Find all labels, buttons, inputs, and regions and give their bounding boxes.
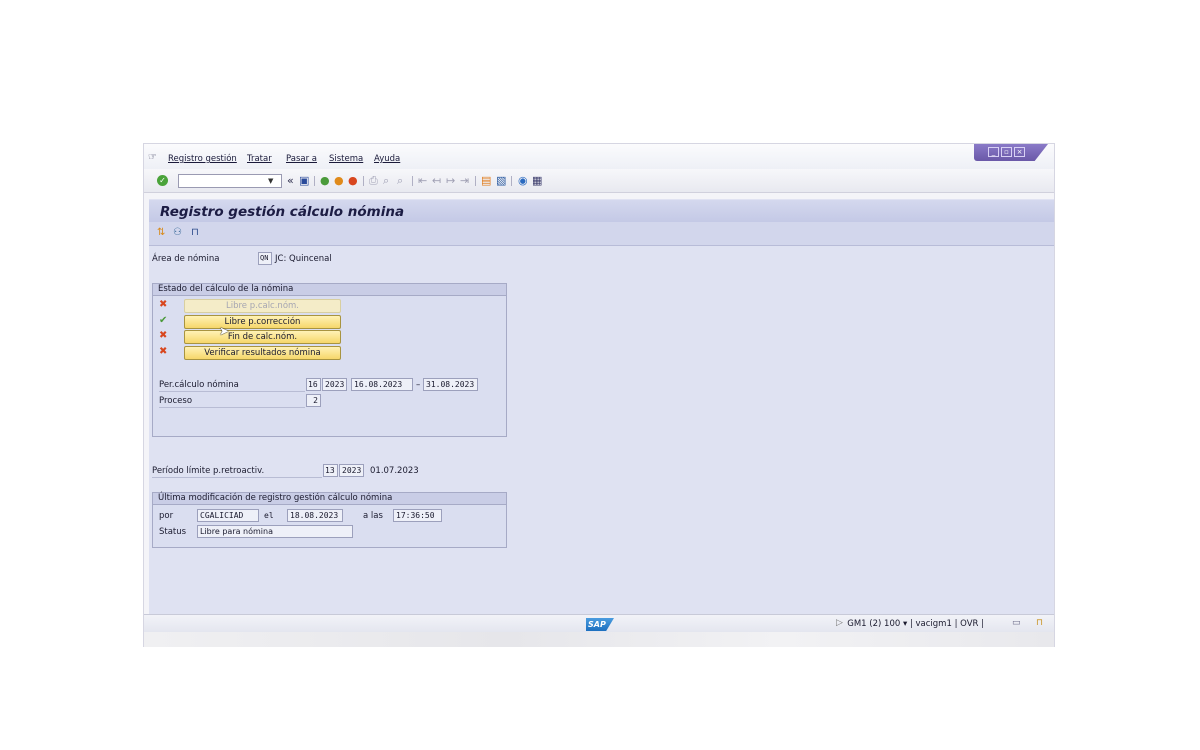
layout-icon[interactable]: ▭: [1012, 618, 1021, 628]
area-description: JC: Quincenal: [275, 254, 332, 264]
area-label: Área de nómina: [152, 254, 220, 264]
user-field[interactable]: CGALICIAD: [197, 509, 259, 522]
sap-logo: SAP: [586, 618, 614, 631]
toolbar-separator: [412, 176, 413, 186]
check-icon: ✔: [159, 315, 168, 326]
next-page-icon: ↦: [446, 174, 456, 187]
cross-icon: ✖: [159, 346, 168, 357]
status-separator: |: [981, 619, 984, 629]
find-icon: ⌕: [383, 174, 390, 187]
cross-icon: ✖: [159, 330, 168, 341]
command-field[interactable]: [178, 174, 282, 188]
bottom-strip: [144, 632, 1054, 647]
mouse-cursor-icon: ➤: [219, 324, 230, 338]
date-field[interactable]: 18.08.2023: [287, 509, 343, 522]
standard-toolbar: ✓ ▼ « ▣ ● ● ● ⎙ ⌕ ⌕ ⇤ ↤ ↦ ⇥ ▤ ▧ ◉ ▦: [144, 169, 1054, 193]
main-content: Área de nómina QN JC: Quincenal Estado d…: [149, 246, 1054, 614]
exit-icon[interactable]: ●: [334, 175, 344, 187]
menu-ayuda[interactable]: Ayuda: [374, 154, 400, 164]
toolbar-separator: [314, 176, 315, 186]
por-label: por: [159, 511, 174, 521]
prev-page-icon: ↤: [432, 174, 442, 187]
page-title: Registro gestión cálculo nómina: [160, 204, 405, 220]
period-dash: –: [416, 380, 421, 390]
estado-group: Estado del cálculo de la nómina ✖ Libre …: [152, 283, 507, 437]
menu-pasar-a[interactable]: Pasar a: [286, 154, 317, 164]
proceso-label: Proceso: [159, 396, 193, 406]
find-next-icon: ⌕: [397, 174, 404, 187]
ultima-group: Última modificación de registro gestión …: [152, 492, 507, 548]
system-id[interactable]: GM1 (2) 100: [847, 619, 900, 629]
application-toolbar: ⇅ ⚇ ⊓: [149, 222, 1054, 246]
status-label: Status: [159, 527, 187, 537]
period-end-field[interactable]: 31.08.2023: [423, 378, 478, 391]
proceso-field[interactable]: 2: [306, 394, 321, 407]
year-field[interactable]: 2023: [322, 378, 347, 391]
menu-registro-gestion[interactable]: Registro gestión: [168, 154, 237, 164]
area-code-field[interactable]: QN: [258, 252, 272, 265]
period-start-field[interactable]: 16.08.2023: [351, 378, 413, 391]
per-calculo-label: Per.cálculo nómina: [159, 380, 239, 390]
shortcut-icon[interactable]: ▧: [496, 175, 506, 187]
retro-period-field[interactable]: 13: [323, 464, 338, 477]
system-info[interactable]: GM1 (2) 100 ▾ | vacigm1 | OVR |: [847, 619, 984, 629]
retro-year-field[interactable]: 2023: [339, 464, 364, 477]
window-controls: _ ▫ ×: [974, 144, 1048, 161]
sap-window: ☞ Registro gestión Tratar Pasar a Sistem…: [143, 143, 1055, 647]
label-underline: [152, 477, 322, 478]
cross-icon: ✖: [159, 299, 168, 310]
back-icon[interactable]: ●: [320, 175, 330, 187]
enter-icon[interactable]: ✓: [157, 175, 168, 186]
period-field[interactable]: 16: [306, 378, 321, 391]
help-icon[interactable]: ◉: [518, 175, 528, 187]
fin-calc-button[interactable]: Fin de calc.nóm.: [184, 330, 341, 344]
insert-mode[interactable]: OVR: [960, 619, 978, 629]
toolbar-separator: [363, 176, 364, 186]
unlock-icon[interactable]: ⊓: [1036, 618, 1043, 628]
menu-system-icon[interactable]: ☞: [148, 152, 157, 163]
status-field[interactable]: Libre para nómina: [197, 525, 353, 538]
a-las-label: a las: [363, 511, 383, 521]
label-underline: [159, 407, 305, 408]
retro-label: Período límite p.retroactiv.: [152, 466, 265, 476]
play-icon[interactable]: ▷: [836, 618, 843, 628]
restore-icon[interactable]: ▫: [1001, 147, 1012, 157]
toolbar-separator: [511, 176, 512, 186]
el-label: el: [264, 511, 274, 520]
ultima-group-title: Última modificación de registro gestión …: [153, 493, 506, 505]
users-icon[interactable]: ⚇: [173, 227, 182, 238]
chevron-down-icon[interactable]: ▼: [268, 177, 273, 185]
libre-correccion-button[interactable]: Libre p.corrección: [184, 315, 341, 329]
lock-icon[interactable]: ⊓: [191, 227, 199, 238]
minimize-icon[interactable]: _: [988, 147, 999, 157]
estado-group-title: Estado del cálculo de la nómina: [153, 284, 506, 296]
menu-sistema[interactable]: Sistema: [329, 154, 363, 164]
verificar-resultados-button[interactable]: Verificar resultados nómina: [184, 346, 341, 360]
menu-bar: ☞ Registro gestión Tratar Pasar a Sistem…: [144, 144, 1054, 169]
screen-title-bar: Registro gestión cálculo nómina: [149, 199, 1054, 222]
print-icon: ⎙: [369, 174, 378, 187]
toolbar-separator: [475, 176, 476, 186]
user-id: vacigm1: [915, 619, 952, 629]
close-icon[interactable]: ×: [1014, 147, 1025, 157]
status-bar: SAP ▷ GM1 (2) 100 ▾ | vacigm1 | OVR | ▭ …: [144, 614, 1054, 632]
first-page-icon: ⇤: [418, 174, 428, 187]
libre-calc-button[interactable]: Libre p.calc.nóm.: [184, 299, 341, 313]
customize-layout-icon[interactable]: ▦: [532, 175, 542, 187]
chevron-down-icon[interactable]: ▾: [903, 619, 910, 629]
transport-icon[interactable]: ⇅: [157, 227, 165, 238]
new-session-icon[interactable]: ▤: [481, 175, 491, 187]
menu-tratar[interactable]: Tratar: [247, 154, 272, 164]
time-field[interactable]: 17:36:50: [393, 509, 442, 522]
label-underline: [159, 391, 305, 392]
last-page-icon: ⇥: [460, 174, 470, 187]
save-icon[interactable]: ▣: [299, 175, 309, 187]
back-arrows-icon[interactable]: «: [287, 175, 294, 187]
cancel-icon[interactable]: ●: [348, 175, 358, 187]
retro-date: 01.07.2023: [370, 466, 419, 476]
